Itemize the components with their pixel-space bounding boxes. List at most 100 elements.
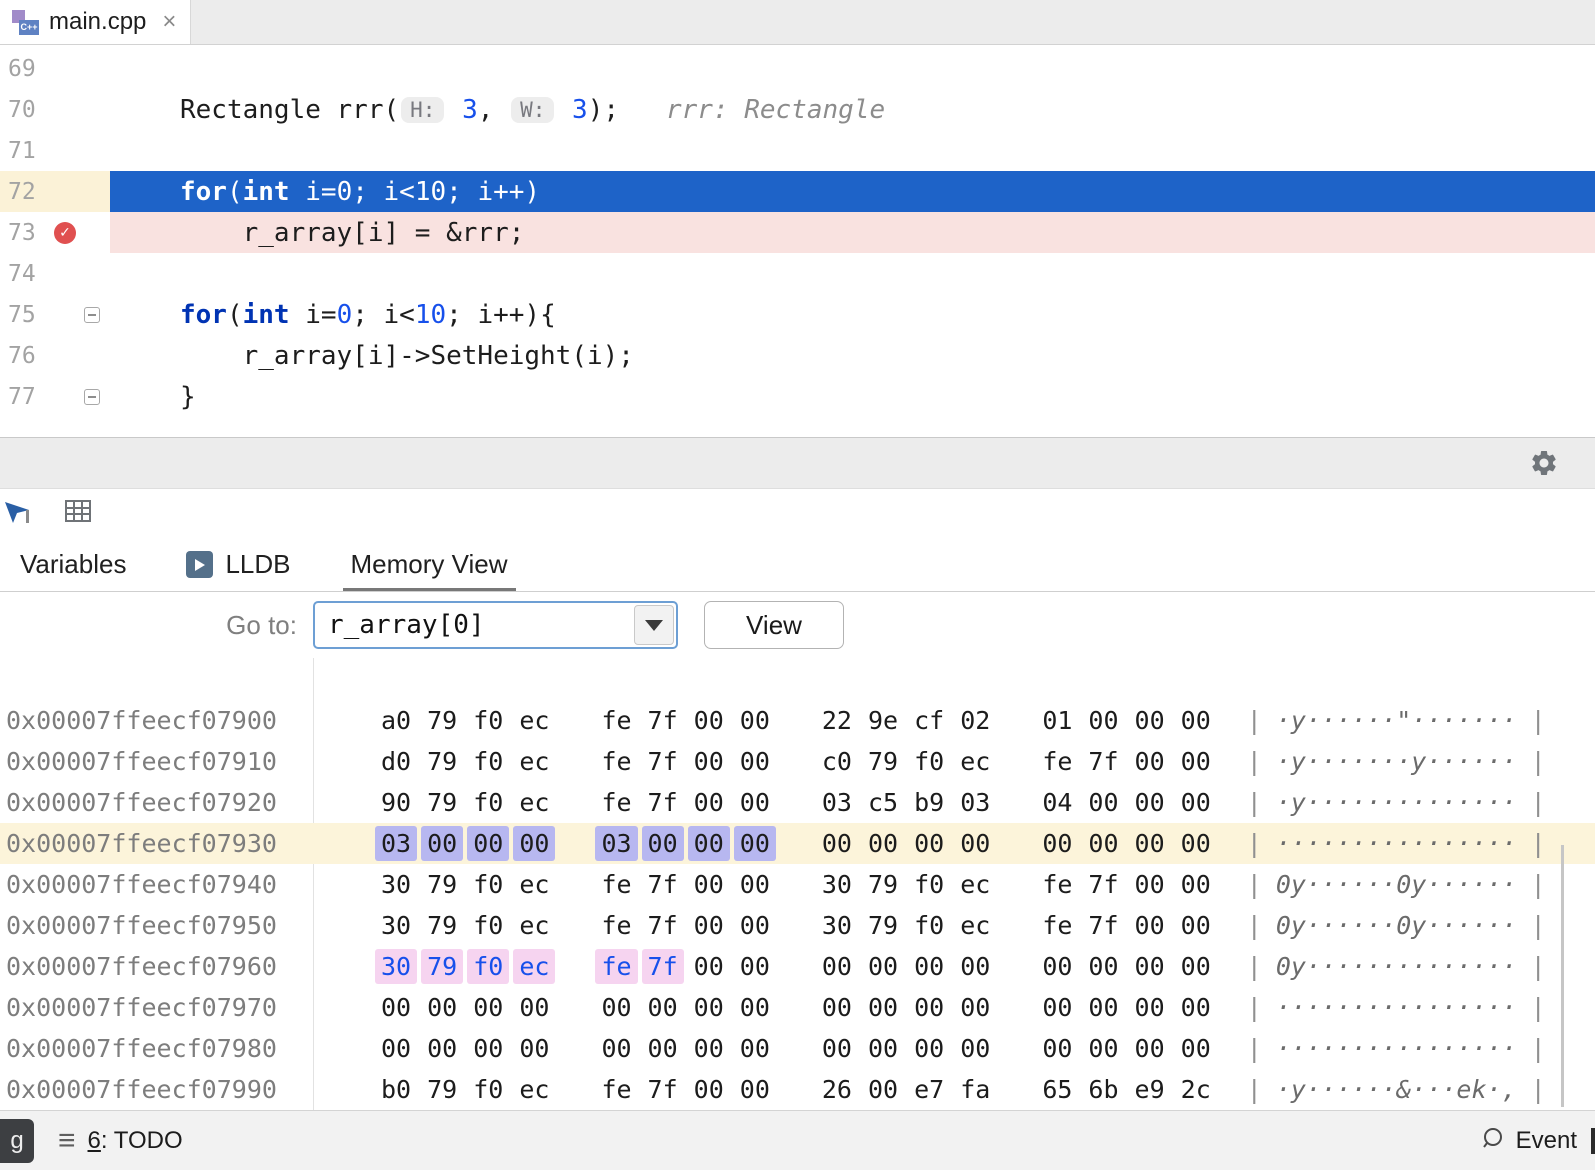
memory-byte[interactable]: 00 [688,1072,730,1107]
memory-byte[interactable]: 00 [1129,826,1171,861]
memory-byte[interactable]: f0 [467,1072,509,1107]
memory-byte[interactable]: ec [513,785,555,820]
memory-byte[interactable]: 00 [467,1031,509,1066]
memory-byte[interactable]: 00 [1082,949,1124,984]
memory-byte[interactable]: ec [513,1072,555,1107]
breakpoint-icon[interactable]: ✓ [54,222,76,244]
memory-byte[interactable]: 00 [421,826,463,861]
memory-byte[interactable]: 00 [816,826,858,861]
memory-byte[interactable]: 00 [734,785,776,820]
memory-byte[interactable]: fe [595,785,637,820]
memory-byte[interactable]: 00 [688,703,730,738]
memory-byte[interactable]: 00 [1082,703,1124,738]
memory-byte[interactable]: 00 [734,1072,776,1107]
memory-byte[interactable]: 00 [1175,949,1217,984]
memory-byte[interactable]: 00 [688,785,730,820]
memory-byte[interactable]: 2c [1175,1072,1217,1107]
code-line[interactable]: 74 [0,253,1595,294]
memory-byte[interactable]: 00 [908,990,950,1025]
memory-byte[interactable]: f0 [908,744,950,779]
event-log-button[interactable]: Event [1516,1127,1577,1155]
memory-byte[interactable]: 00 [734,826,776,861]
memory-byte[interactable]: 79 [421,703,463,738]
memory-byte[interactable]: 03 [816,785,858,820]
memory-byte[interactable]: 6b [1082,1072,1124,1107]
memory-byte[interactable]: 00 [862,1072,904,1107]
memory-byte[interactable]: 00 [688,908,730,943]
memory-byte[interactable]: ec [513,949,555,984]
memory-byte[interactable]: 04 [1036,785,1078,820]
memory-byte[interactable]: 00 [688,1031,730,1066]
memory-byte[interactable]: 01 [1036,703,1078,738]
memory-byte[interactable]: ec [513,703,555,738]
memory-row[interactable]: 0x00007ffeecf07900a079f0ecfe7f0000229ecf… [0,700,1595,741]
memory-byte[interactable]: fe [595,703,637,738]
memory-row[interactable]: 0x00007ffeecf07990b079f0ecfe7f00002600e7… [0,1069,1595,1110]
memory-byte[interactable]: 7f [1082,908,1124,943]
code-line[interactable]: 69 [0,48,1595,89]
todo-toolwindow-button[interactable]: 6: TODO [88,1127,183,1155]
memory-byte[interactable]: 00 [688,744,730,779]
memory-row[interactable]: 0x00007ffeecf079503079f0ecfe7f00003079f0… [0,905,1595,946]
memory-byte[interactable]: 7f [1082,867,1124,902]
memory-byte[interactable]: 9e [862,703,904,738]
goto-address-value[interactable]: r_array[0] [315,610,634,640]
memory-byte[interactable]: 00 [908,949,950,984]
memory-byte[interactable]: 00 [642,990,684,1025]
memory-byte[interactable]: 79 [421,949,463,984]
memory-byte[interactable]: d0 [375,744,417,779]
memory-byte[interactable]: b0 [375,1072,417,1107]
memory-byte[interactable]: 7f [642,744,684,779]
goto-address-combobox[interactable]: r_array[0] [313,601,678,649]
memory-byte[interactable]: 00 [1036,990,1078,1025]
fold-marker-icon[interactable] [84,307,100,323]
memory-byte[interactable]: 7f [642,908,684,943]
memory-byte[interactable]: e9 [1129,1072,1171,1107]
memory-byte[interactable]: fe [595,744,637,779]
memory-byte[interactable]: 00 [1036,1031,1078,1066]
memory-byte[interactable]: 7f [642,703,684,738]
memory-byte[interactable]: 00 [1175,785,1217,820]
memory-byte[interactable]: 00 [1129,744,1171,779]
memory-byte[interactable]: 00 [734,908,776,943]
settings-gear-icon[interactable] [1529,448,1559,483]
memory-byte[interactable]: 00 [1175,908,1217,943]
memory-byte[interactable]: 00 [1129,990,1171,1025]
memory-byte[interactable]: 00 [1175,826,1217,861]
memory-byte[interactable]: 00 [954,990,996,1025]
view-button[interactable]: View [704,601,844,649]
memory-byte[interactable]: a0 [375,703,417,738]
memory-byte[interactable]: 00 [1175,744,1217,779]
memory-byte[interactable]: f0 [467,744,509,779]
code-line[interactable]: 71 [0,130,1595,171]
memory-byte[interactable]: 00 [1129,785,1171,820]
memory-byte[interactable]: 00 [816,990,858,1025]
memory-byte[interactable]: 00 [595,1031,637,1066]
memory-byte[interactable]: 00 [595,990,637,1025]
memory-row[interactable]: 0x00007ffeecf079209079f0ecfe7f000003c5b9… [0,782,1595,823]
memory-byte[interactable]: b9 [908,785,950,820]
memory-byte[interactable]: 00 [513,990,555,1025]
table-view-icon[interactable] [64,497,92,530]
memory-byte[interactable]: f0 [467,703,509,738]
memory-byte[interactable]: fe [1036,867,1078,902]
tab-memory-view[interactable]: Memory View [343,538,516,591]
memory-byte[interactable]: 00 [1082,826,1124,861]
toolwindow-button-icon[interactable]: g [0,1119,34,1163]
code-editor[interactable]: 6970Rectangle rrr(H: 3, W: 3); rrr: Rect… [0,45,1595,437]
memory-byte[interactable]: f0 [908,908,950,943]
memory-byte[interactable]: 30 [816,867,858,902]
combobox-dropdown-button[interactable] [634,605,674,645]
memory-byte[interactable]: 79 [421,785,463,820]
code-line[interactable]: 73✓ r_array[i] = &rrr; [0,212,1595,253]
tab-variables[interactable]: Variables [12,538,134,591]
memory-byte[interactable]: 00 [954,949,996,984]
memory-byte[interactable]: 00 [513,826,555,861]
memory-byte[interactable]: ec [513,908,555,943]
memory-byte[interactable]: 79 [862,744,904,779]
memory-byte[interactable]: 00 [688,867,730,902]
code-line[interactable]: 75for(int i=0; i<10; i++){ [0,294,1595,335]
memory-byte[interactable]: ec [513,867,555,902]
memory-row[interactable]: 0x00007ffeecf079800000000000000000000000… [0,1028,1595,1069]
pick-address-icon[interactable] [2,495,34,532]
